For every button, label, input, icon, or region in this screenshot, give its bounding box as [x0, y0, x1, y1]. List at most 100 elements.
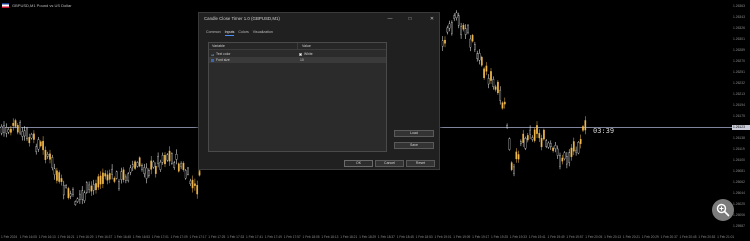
time-axis-label: 1 Feb 16:13: [38, 235, 56, 239]
variable-column-header[interactable]: Variable: [212, 44, 225, 48]
candle: [120, 167, 123, 184]
time-axis-label: 1 Feb 16:53: [132, 235, 150, 239]
candle: [474, 41, 476, 53]
candle: [99, 171, 102, 189]
time-axis-label: 1 Feb 18:37: [377, 235, 395, 239]
candle: [74, 200, 77, 206]
time-axis-label: 1 Feb 20:53: [698, 235, 716, 239]
candle: [118, 179, 120, 191]
time-axis-label: 1 Feb 21:01: [717, 235, 735, 239]
candle: [127, 172, 130, 183]
column-divider[interactable]: [297, 43, 298, 50]
time-axis-label: 1 Feb 19:49: [547, 235, 565, 239]
candle: [83, 190, 86, 204]
cancel-button[interactable]: Cancel: [375, 160, 404, 167]
candle: [161, 152, 164, 165]
time-axis-label: 1 Feb 18:53: [415, 235, 433, 239]
zoom-button[interactable]: [712, 199, 734, 221]
candle: [467, 23, 469, 35]
time-axis-label: 1 Feb 17:33: [227, 235, 245, 239]
candle: [12, 118, 15, 131]
candle: [39, 140, 42, 148]
time-axis-label: 1 Feb 19:09: [453, 235, 471, 239]
candle: [499, 86, 502, 105]
value-column-header[interactable]: Value: [302, 44, 311, 48]
candle: [115, 170, 118, 180]
color-swatch[interactable]: [299, 52, 302, 56]
input-value[interactable]: White: [304, 52, 313, 56]
price-axis-label: 1.26251: [733, 70, 745, 74]
inputs-grid[interactable]: Variable Value ab Text color White Font …: [208, 42, 387, 152]
time-axis-label: 1 Feb 18:29: [359, 235, 377, 239]
time-axis-label: 1 Feb 19:57: [566, 235, 584, 239]
time-axis[interactable]: 1 Feb 2024 1 Feb 16:05 1 Feb 16:13 1 Feb 16…: [0, 234, 735, 241]
candle: [446, 25, 449, 35]
price-axis-label: 1.26062: [733, 180, 745, 184]
candle: [494, 84, 497, 92]
input-row-font-size[interactable]: Font size 10: [209, 57, 386, 63]
price-axis-label: 1.26100: [733, 158, 745, 162]
candle: [460, 22, 462, 39]
price-axis[interactable]: 1.26363 1.26343 1.26326 1.26301 1.26289 1.262…: [733, 0, 750, 234]
input-value[interactable]: 10: [300, 58, 304, 62]
price-axis-label: 1.26213: [733, 92, 745, 96]
candle: [33, 130, 35, 144]
candle: [524, 136, 527, 151]
candle: [584, 116, 587, 135]
save-button[interactable]: Save: [394, 142, 434, 149]
candle: [457, 12, 460, 29]
indicator-properties-dialog[interactable]: Candle Close Timer 1.0 (GBPUSD,M1) — □ ✕…: [198, 12, 440, 170]
candle: [111, 164, 113, 180]
time-axis-label: 1 Feb 19:17: [472, 235, 490, 239]
price-axis-label: 1.26270: [733, 59, 745, 63]
time-axis-label: 1 Feb 19:33: [509, 235, 527, 239]
candle: [570, 144, 573, 161]
grid-header: Variable Value: [209, 43, 386, 50]
candle: [510, 161, 513, 172]
maximize-icon[interactable]: □: [405, 15, 415, 23]
candle: [536, 121, 538, 138]
time-axis-label: 1 Feb 16:05: [19, 235, 37, 239]
candle: [501, 101, 504, 110]
candle: [559, 152, 561, 170]
time-axis-label: 1 Feb 18:05: [302, 235, 320, 239]
time-axis-label: 1 Feb 18:21: [340, 235, 358, 239]
symbol-label: GBPUSD,M1 Pound vs US Dollar: [12, 2, 72, 8]
tab-common[interactable]: Common: [204, 29, 223, 36]
candle: [520, 139, 522, 147]
candle: [69, 190, 72, 200]
candle: [28, 133, 31, 147]
candle: [65, 184, 67, 189]
minimize-icon[interactable]: —: [385, 15, 395, 23]
dialog-title-bar[interactable]: Candle Close Timer 1.0 (GBPUSD,M1) — □ ✕: [199, 13, 439, 25]
candle: [19, 120, 21, 135]
candle: [164, 152, 166, 168]
candle: [478, 49, 481, 65]
close-icon[interactable]: ✕: [427, 15, 437, 23]
tab-visualization[interactable]: Visualization: [251, 29, 275, 36]
candle: [471, 33, 474, 43]
candle: [152, 160, 155, 169]
reset-button[interactable]: Reset: [406, 160, 435, 167]
candle: [492, 76, 495, 90]
candle: [187, 166, 189, 176]
time-axis-label: 1 Feb 17:57: [283, 235, 301, 239]
candle: [35, 143, 38, 155]
candle: [173, 160, 176, 170]
candle: [196, 180, 199, 199]
tab-inputs[interactable]: Inputs: [223, 29, 237, 36]
candle: [462, 23, 465, 32]
candle: [72, 187, 74, 197]
tab-colors[interactable]: Colors: [236, 29, 250, 36]
time-axis-label: 1 Feb 20:21: [622, 235, 640, 239]
candle: [97, 173, 100, 190]
time-axis-label: 1 Feb 18:13: [321, 235, 339, 239]
candle: [543, 128, 545, 141]
load-button[interactable]: Load: [394, 130, 434, 137]
time-axis-label: 1 Feb 17:25: [208, 235, 226, 239]
candle: [575, 146, 577, 156]
candle: [46, 151, 49, 159]
ok-button[interactable]: OK: [344, 160, 373, 167]
candle: [88, 181, 90, 194]
price-axis-label: 1.26044: [733, 191, 745, 195]
